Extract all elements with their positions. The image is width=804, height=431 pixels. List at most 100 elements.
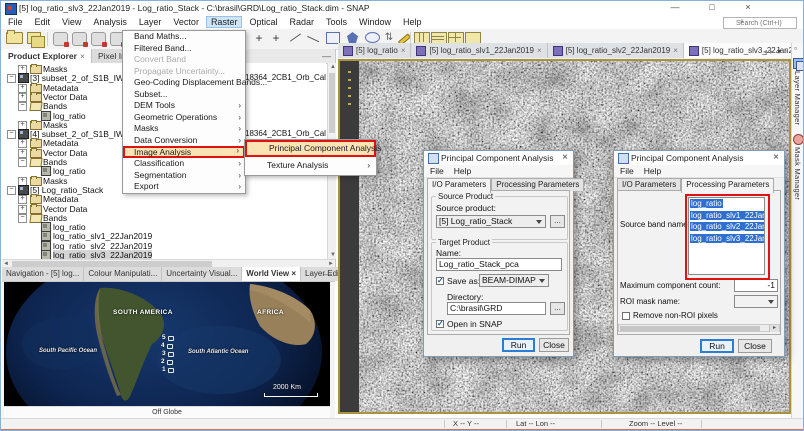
tab-layer-manager[interactable]: Layer Manager — [793, 71, 802, 125]
pin-manager-icon[interactable] — [53, 32, 68, 46]
search-input[interactable] — [723, 17, 797, 29]
title-bar[interactable]: [5] log_ratio_slv3_22Jan2019 - Log_ratio… — [1, 1, 804, 15]
menu-item-filtered-band[interactable]: Filtered Band... — [123, 43, 245, 55]
menu-help[interactable]: Help — [398, 16, 427, 28]
menu-item-image-analysis[interactable]: Image Analysis› — [123, 146, 245, 158]
dialog-menu-file[interactable]: File — [620, 166, 634, 176]
open-in-snap-checkbox[interactable] — [436, 320, 444, 328]
tab-processing-parameters[interactable]: Processing Parameters — [681, 178, 774, 193]
ellipse-tool-icon[interactable] — [365, 32, 380, 43]
menu-edit[interactable]: Edit — [30, 16, 56, 28]
layer-manager-icon — [793, 58, 804, 69]
maximize-view-icon[interactable]: ▫ — [784, 47, 787, 56]
menu-tools[interactable]: Tools — [321, 16, 352, 28]
menu-item-segmentation[interactable]: Segmentation› — [123, 170, 245, 182]
browse-directory-button[interactable]: ... — [550, 302, 565, 315]
close-tab-icon[interactable]: × — [289, 269, 296, 278]
menu-item-texture-analysis[interactable]: Texture Analysis› — [245, 157, 376, 174]
menu-item-subset[interactable]: Subset... — [123, 89, 245, 101]
remove-non-roi-checkbox[interactable] — [622, 312, 630, 320]
target-name-field[interactable]: Log_ratio_Stack_pca — [436, 258, 562, 271]
roi-mask-combobox[interactable] — [734, 295, 778, 308]
menu-item-geometric-operations[interactable]: Geometric Operations› — [123, 112, 245, 124]
menu-window[interactable]: Window — [354, 16, 396, 28]
dialog-title-bar[interactable]: Principal Component Analysis × — [424, 151, 573, 166]
scroll-tabs-right-icon[interactable]: ▸ — [770, 47, 774, 56]
doc-tab-slv2[interactable]: [5] log_ratio_slv2_22Jan2019× — [548, 43, 684, 58]
menu-item-geocoding-displacement[interactable]: Geo-Coding Displacement Bands... — [123, 77, 245, 89]
menu-layer[interactable]: Layer — [134, 16, 167, 28]
menu-item-data-conversion[interactable]: Data Conversion› — [123, 135, 245, 147]
menu-raster[interactable]: Raster — [206, 16, 243, 28]
save-as-checkbox[interactable] — [436, 277, 444, 285]
menu-item-dem-tools[interactable]: DEM Tools› — [123, 100, 245, 112]
grid-tool-icon[interactable] — [91, 32, 106, 46]
map-scale-bar — [264, 393, 318, 397]
close-button[interactable]: Close — [738, 339, 772, 353]
dialog-menu-file[interactable]: File — [430, 166, 444, 176]
maximize-window-icon[interactable]: □ — [707, 2, 717, 12]
tab-colour-manipulation[interactable]: Colour Manipulati... — [84, 267, 162, 281]
gcp-manager-icon[interactable] — [72, 32, 87, 46]
scroll-tabs-left-icon[interactable]: ◂ — [763, 47, 767, 56]
tab-navigation[interactable]: Navigation - [5] log... — [2, 267, 84, 281]
tab-mask-manager[interactable]: Mask Manager — [793, 147, 802, 200]
menu-analysis[interactable]: Analysis — [88, 16, 132, 28]
pca-dialog-io[interactable]: Principal Component Analysis × File Help… — [423, 150, 574, 357]
browse-source-button[interactable]: ... — [550, 215, 565, 228]
tab-product-explorer[interactable]: Product Explorer× — [2, 49, 92, 63]
dialog-menu-bar: File Help — [424, 165, 573, 178]
dialog-menu-help[interactable]: Help — [644, 166, 661, 176]
dialog-horizontal-scrollbar[interactable]: ▸ — [618, 324, 780, 332]
close-tab-icon[interactable]: × — [401, 46, 406, 55]
line-tool-icon[interactable] — [288, 32, 300, 44]
save-as-label: Save as: — [447, 276, 480, 286]
footprint-marker-5[interactable]: 5 — [162, 334, 166, 341]
dialog-menu-help[interactable]: Help — [454, 166, 471, 176]
tab-io-parameters[interactable]: I/O Parameters — [427, 178, 491, 193]
menu-item-export[interactable]: Export› — [123, 181, 245, 193]
menu-item-band-maths[interactable]: Band Maths... — [123, 31, 245, 43]
directory-field[interactable]: C:\brasil\GRD — [447, 302, 546, 315]
menu-radar[interactable]: Radar — [284, 16, 319, 28]
menu-item-masks[interactable]: Masks› — [123, 123, 245, 135]
doc-tab-slv1[interactable]: [5] log_ratio_slv1_22Jan2019× — [411, 43, 547, 58]
tree-item-band-slv3[interactable]: log_ratio_slv3_22Jan2019 — [2, 250, 326, 259]
minimize-window-icon[interactable]: — — [670, 2, 680, 12]
close-window-icon[interactable]: × — [743, 2, 753, 12]
tab-list-dropdown-icon[interactable]: ▾ — [777, 47, 781, 56]
footprint-marker-2[interactable]: 2 — [161, 358, 165, 365]
footprint-marker-4[interactable]: 4 — [161, 342, 165, 349]
insert-gcp-icon[interactable]: + — [270, 32, 282, 44]
minimize-panel-icon[interactable]: — — [322, 51, 331, 61]
footprint-marker-3[interactable]: 3 — [162, 350, 166, 357]
pca-dialog-processing[interactable]: Principal Component Analysis × File Help… — [613, 150, 785, 357]
panel-menu-icon[interactable]: ▫ — [794, 44, 797, 53]
format-combobox[interactable]: BEAM-DIMAP — [479, 274, 549, 287]
max-component-field[interactable]: -1 — [734, 279, 778, 292]
menu-vector[interactable]: Vector — [168, 16, 204, 28]
close-tab-icon[interactable]: × — [673, 46, 678, 55]
run-button[interactable]: Run — [502, 338, 535, 352]
tab-uncertainty-visualisation[interactable]: Uncertainty Visual... — [162, 267, 242, 281]
close-tab-icon[interactable]: × — [537, 46, 542, 55]
run-button[interactable]: Run — [700, 339, 734, 353]
menu-optical[interactable]: Optical — [244, 16, 282, 28]
save-product-icon[interactable] — [27, 32, 41, 44]
dialog-title-bar[interactable]: Principal Component Analysis × — [614, 151, 784, 166]
menu-file[interactable]: File — [3, 16, 28, 28]
tab-world-view[interactable]: World View × — [242, 267, 301, 281]
insert-pin-icon[interactable]: + — [253, 32, 265, 44]
doc-tab-log-ratio[interactable]: [5] log_ratio× — [338, 43, 411, 58]
menu-item-principal-component-analysis[interactable]: Principal Component Analysis — [245, 140, 376, 157]
footprint-marker-1[interactable]: 1 — [162, 366, 166, 373]
menu-item-classification[interactable]: Classification› — [123, 158, 245, 170]
minimize-panel-icon[interactable]: — — [323, 269, 332, 279]
close-tab-icon[interactable]: × — [80, 51, 85, 61]
close-dialog-icon[interactable]: × — [562, 152, 568, 164]
open-product-icon[interactable] — [6, 32, 23, 44]
source-product-combobox[interactable]: [5] Log_ratio_Stack — [436, 215, 546, 228]
close-button[interactable]: Close — [539, 338, 569, 352]
menu-view[interactable]: View — [57, 16, 86, 28]
close-dialog-icon[interactable]: × — [773, 152, 779, 164]
